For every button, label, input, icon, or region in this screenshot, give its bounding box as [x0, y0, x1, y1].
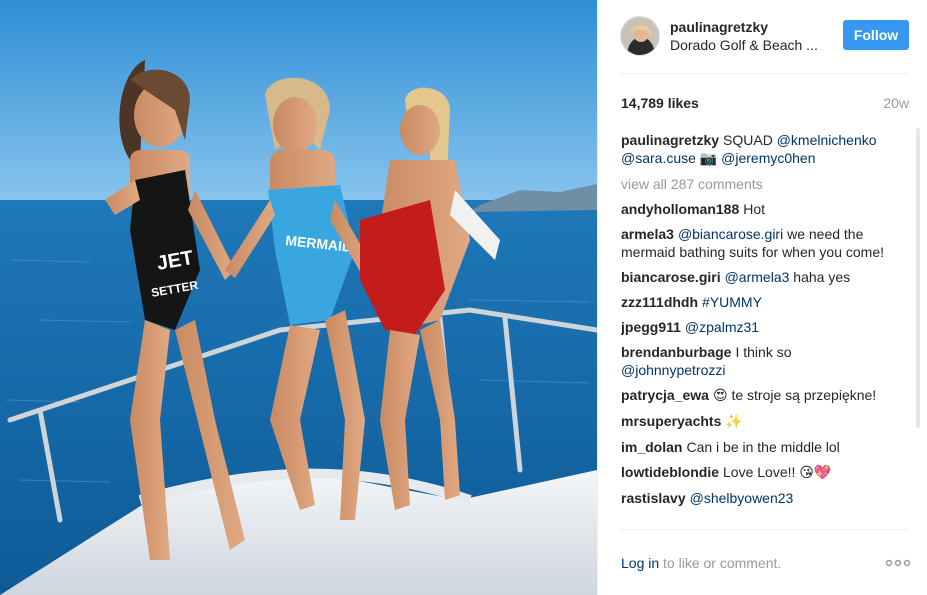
list-item: rastislavy @shelbyowen23: [621, 489, 895, 507]
post-footer: Log in to like or comment.: [620, 529, 911, 595]
comment-user[interactable]: andyholloman188: [621, 201, 739, 217]
comment-text: te stroje są przepiękne!: [731, 387, 877, 403]
list-item: zzz111dhdh #YUMMY: [621, 293, 895, 311]
comment-hashtag[interactable]: #YUMMY: [702, 294, 762, 310]
more-options-icon[interactable]: [885, 558, 911, 568]
comment-user[interactable]: im_dolan: [621, 439, 682, 455]
caption-text: SQUAD: [723, 132, 773, 148]
comment-mention[interactable]: @biancarose.giri: [678, 226, 783, 242]
comment-text: Can i be in the middle lol: [686, 439, 840, 455]
post-age[interactable]: 20w: [883, 95, 909, 111]
comment-text: Hot: [743, 201, 766, 217]
comment-user[interactable]: biancarose.giri: [621, 269, 721, 285]
comment-user[interactable]: zzz111dhdh: [621, 294, 698, 310]
comments-scrollbar[interactable]: [916, 128, 920, 530]
login-suffix: to like or comment.: [659, 555, 782, 571]
comment-mention[interactable]: @armela3: [725, 269, 790, 285]
sparkles-emoji-icon: ✨: [725, 414, 743, 430]
list-item: patrycja_ewa 😍 te stroje są przepiękne!: [621, 386, 895, 405]
list-item: andyholloman188 Hot: [621, 200, 895, 218]
list-item: im_dolan Can i be in the middle lol: [621, 438, 895, 456]
post-location[interactable]: Dorado Golf & Beach ...: [670, 37, 835, 53]
post-photo[interactable]: JET SETTER MERMAID: [0, 0, 597, 595]
caption: paulinagretzky SQUAD @kmelnichenko @sara.…: [621, 131, 895, 168]
post-photo-image: JET SETTER MERMAID: [0, 0, 597, 595]
comment-mention[interactable]: @zpalmz31: [685, 319, 759, 335]
post-username[interactable]: paulinagretzky: [670, 19, 768, 35]
likes-row: 14,789 likes 20w: [620, 94, 909, 114]
comment-user[interactable]: lowtideblondie: [621, 464, 719, 480]
comment-text: haha yes: [793, 269, 851, 285]
login-prompt: Log in to like or comment.: [621, 555, 781, 571]
comment-user[interactable]: brendanburbage: [621, 344, 731, 360]
comment-mention[interactable]: @johnnypetrozzi: [621, 362, 726, 378]
caption-user[interactable]: paulinagretzky: [621, 132, 719, 148]
view-all-comments-link[interactable]: view all 287 comments: [621, 175, 895, 193]
comment-user[interactable]: mrsuperyachts: [621, 413, 721, 429]
list-item: mrsuperyachts ✨: [621, 412, 895, 431]
comment-mention[interactable]: @shelbyowen23: [690, 490, 794, 506]
comment-user[interactable]: patrycja_ewa: [621, 387, 709, 403]
scrollbar-thumb[interactable]: [916, 128, 920, 428]
follow-button[interactable]: Follow: [843, 20, 909, 50]
list-item: brendanburbage I think so @johnnypetrozzi: [621, 343, 895, 379]
comment-user[interactable]: armela3: [621, 226, 674, 242]
login-link[interactable]: Log in: [621, 555, 659, 571]
caption-mention[interactable]: @sara.cuse: [621, 150, 696, 166]
comments-list[interactable]: paulinagretzky SQUAD @kmelnichenko @sara.…: [621, 131, 895, 530]
list-item: jpegg911 @zpalmz31: [621, 318, 895, 336]
list-item: lowtideblondie Love Love!! 😘💖: [621, 463, 895, 482]
comment-text: Love Love!!: [723, 464, 796, 480]
comment-user[interactable]: jpegg911: [621, 319, 681, 335]
caption-mention[interactable]: @jeremyc0hen: [721, 150, 815, 166]
comment-user[interactable]: rastislavy: [621, 490, 686, 506]
heart-eyes-emoji-icon: 😍: [712, 388, 728, 404]
list-item: biancarose.giri @armela3 haha yes: [621, 268, 895, 286]
list-item: armela3 @biancarose.giri we need the merm…: [621, 225, 895, 261]
caption-mention[interactable]: @kmelnichenko: [777, 132, 877, 148]
kiss-heart-emoji-icon: 😘💖: [799, 465, 832, 481]
post-side-panel: paulinagretzky Dorado Golf & Beach ... F…: [597, 0, 927, 595]
likes-count[interactable]: 14,789 likes: [621, 95, 699, 111]
comment-text: I think so: [735, 344, 792, 360]
camera-emoji-icon: 📷: [699, 151, 718, 167]
avatar[interactable]: [620, 16, 660, 56]
post-header: paulinagretzky Dorado Golf & Beach ... F…: [620, 16, 909, 74]
